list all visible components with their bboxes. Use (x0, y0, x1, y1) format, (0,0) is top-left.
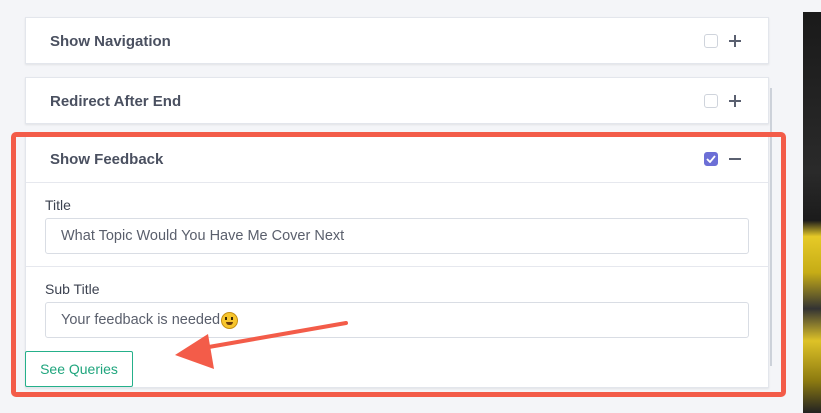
panel-show-navigation: Show Navigation (25, 17, 769, 64)
check-icon (706, 155, 716, 163)
grinning-face-emoji-icon (221, 311, 239, 329)
panel-controls (704, 94, 742, 108)
panel-show-feedback: Show Feedback Title What Topic Would You… (25, 135, 769, 388)
title-field: Title What Topic Would You Have Me Cover… (26, 183, 768, 266)
panel-title: Redirect After End (50, 92, 182, 110)
right-image-strip (803, 12, 821, 413)
minus-icon[interactable] (728, 152, 742, 166)
panel-header-show-feedback[interactable]: Show Feedback (26, 136, 768, 182)
title-label: Title (45, 197, 71, 213)
panel-controls (704, 34, 742, 48)
panel-header-redirect-after-end[interactable]: Redirect After End (26, 78, 768, 124)
subtitle-input-value: Your feedback is needed (61, 312, 221, 328)
scroll-divider (770, 88, 772, 366)
panel-controls (704, 152, 742, 166)
show-feedback-checkbox[interactable] (704, 152, 718, 166)
plus-icon[interactable] (728, 94, 742, 108)
panel-title: Show Navigation (50, 32, 171, 50)
show-navigation-checkbox[interactable] (704, 34, 718, 48)
title-input-value: What Topic Would You Have Me Cover Next (61, 228, 345, 244)
subtitle-input[interactable]: Your feedback is needed (45, 302, 749, 338)
feedback-settings: Title What Topic Would You Have Me Cover… (26, 182, 768, 350)
title-input[interactable]: What Topic Would You Have Me Cover Next (45, 218, 749, 254)
redirect-after-end-checkbox[interactable] (704, 94, 718, 108)
see-queries-button[interactable]: See Queries (25, 351, 133, 387)
panel-title: Show Feedback (50, 150, 164, 168)
panel-header-show-navigation[interactable]: Show Navigation (26, 18, 768, 64)
subtitle-label: Sub Title (45, 281, 100, 297)
subtitle-field: Sub Title Your feedback is needed (26, 266, 768, 350)
plus-icon[interactable] (728, 34, 742, 48)
panel-redirect-after-end: Redirect After End (25, 77, 769, 124)
